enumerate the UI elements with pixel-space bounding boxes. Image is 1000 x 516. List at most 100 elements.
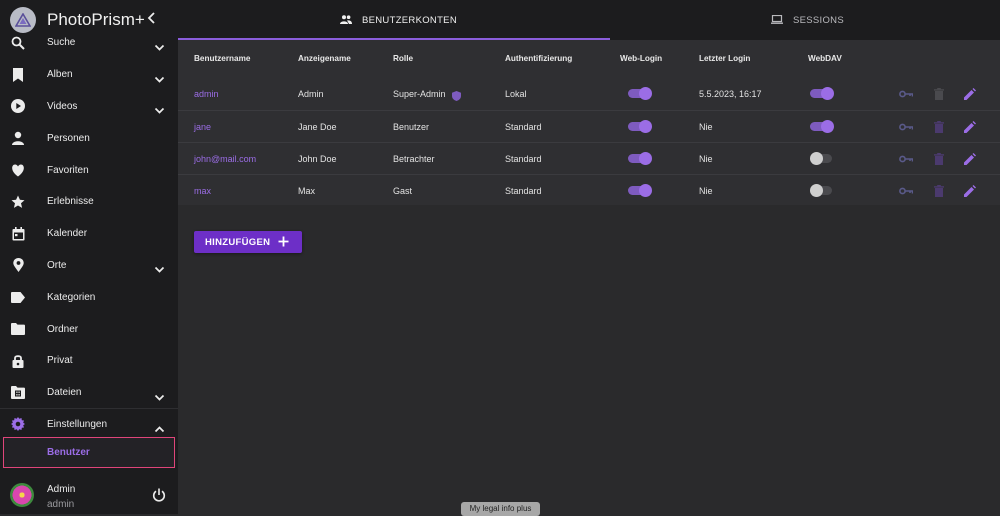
username-link[interactable]: admin	[194, 89, 219, 99]
sidebar-subitem-benutzer[interactable]: Benutzer	[3, 437, 175, 468]
folder-icon	[11, 322, 25, 336]
sidebar-item-label: Privat	[47, 355, 73, 367]
tab-benutzerkonten[interactable]: BENUTZERKONTEN	[340, 0, 457, 40]
key-icon[interactable]	[899, 152, 913, 166]
display-name: Admin	[298, 89, 324, 99]
sidebar-item-orte[interactable]: Orte	[0, 250, 178, 282]
sidebar-item-dateien[interactable]: Dateien	[0, 377, 178, 409]
webdav-toggle[interactable]	[810, 184, 833, 197]
users-table: Benutzername Anzeigename Rolle Authentif…	[178, 40, 1000, 205]
power-icon[interactable]	[152, 488, 166, 502]
web-login-toggle[interactable]	[628, 87, 652, 100]
sidebar: PhotoPrism+ Suche Alben Videos Personen …	[0, 0, 178, 514]
sidebar-item-suche[interactable]: Suche	[0, 27, 178, 59]
tab-bar: BENUTZERKONTEN SESSIONS	[178, 0, 1000, 40]
sidebar-item-label: Erlebnisse	[47, 196, 94, 208]
sidebar-nav: Suche Alben Videos Personen Favoriten Er…	[0, 27, 178, 440]
avatar[interactable]	[10, 483, 34, 507]
username-link[interactable]: max	[194, 186, 211, 196]
tab-label: SESSIONS	[793, 14, 844, 26]
display-name: Jane Doe	[298, 122, 337, 132]
sidebar-item-ordner[interactable]: Ordner	[0, 313, 178, 345]
trash-icon[interactable]	[932, 152, 946, 166]
authentication: Standard	[505, 122, 542, 132]
chevron-down-icon[interactable]	[154, 261, 165, 274]
trash-icon[interactable]	[932, 87, 946, 101]
table-row[interactable]: max Max Gast Standard Nie	[178, 174, 1000, 207]
sidebar-item-videos[interactable]: Videos	[0, 91, 178, 123]
web-login-toggle[interactable]	[628, 184, 652, 197]
sidebar-item-personen[interactable]: Personen	[0, 122, 178, 154]
label-icon	[11, 290, 25, 304]
column-header[interactable]: Authentifizierung	[505, 54, 572, 63]
table-row[interactable]: john@mail.com John Doe Betrachter Standa…	[178, 142, 1000, 175]
key-icon[interactable]	[899, 184, 913, 198]
role: Super-Admin	[393, 89, 446, 99]
sidebar-divider	[0, 408, 178, 409]
web-login-toggle[interactable]	[628, 120, 652, 133]
sidebar-item-label: Videos	[47, 100, 78, 112]
chevron-down-icon[interactable]	[154, 39, 165, 51]
sidebar-item-label: Kategorien	[47, 291, 96, 303]
last-login: Nie	[699, 186, 713, 196]
sidebar-item-privat[interactable]: Privat	[0, 345, 178, 377]
bookmark-icon	[11, 67, 25, 82]
edit-pencil-icon[interactable]	[963, 87, 977, 101]
column-header[interactable]: Anzeigename	[298, 54, 351, 63]
display-name: Max	[298, 186, 316, 196]
webdav-toggle[interactable]	[810, 152, 833, 165]
sidebar-item-erlebnisse[interactable]: Erlebnisse	[0, 186, 178, 218]
sidebar-item-label: Einstellungen	[47, 418, 108, 430]
chevron-up-icon[interactable]	[154, 420, 165, 433]
edit-pencil-icon[interactable]	[963, 184, 977, 198]
webdav-toggle[interactable]	[810, 87, 834, 100]
sidebar-item-alben[interactable]: Alben	[0, 59, 178, 91]
people-icon	[340, 11, 352, 29]
column-header[interactable]: Rolle	[393, 54, 413, 63]
search-icon	[11, 36, 25, 50]
web-login-toggle[interactable]	[628, 152, 652, 165]
sidebar-item-label: Ordner	[47, 323, 79, 335]
collapse-sidebar-icon[interactable]	[146, 11, 158, 25]
add-user-button[interactable]: HINZUFÜGEN	[194, 231, 302, 253]
tab-label: BENUTZERKONTEN	[362, 14, 457, 26]
column-header[interactable]: Web-Login	[620, 54, 662, 63]
play-icon	[11, 99, 25, 114]
sidebar-item-label: Kalender	[47, 228, 88, 240]
sidebar-item-label: Personen	[47, 132, 90, 144]
column-header[interactable]: Benutzername	[194, 54, 250, 63]
chevron-down-icon[interactable]	[154, 389, 165, 401]
tab-sessions[interactable]: SESSIONS	[771, 0, 844, 40]
table-row[interactable]: admin Admin Super-Admin Lokal 5.5.2023, …	[178, 78, 1000, 110]
edit-pencil-icon[interactable]	[963, 152, 977, 166]
user-panel[interactable]: Admin admin	[0, 478, 178, 514]
chevron-down-icon[interactable]	[154, 102, 165, 115]
user-login: admin	[47, 499, 75, 510]
role: Benutzer	[393, 122, 430, 132]
sidebar-item-kalender[interactable]: Kalender	[0, 218, 178, 250]
sidebar-item-einstellungen[interactable]: Einstellungen	[0, 409, 178, 441]
add-button-label: HINZUFÜGEN	[205, 236, 271, 248]
trash-icon[interactable]	[932, 120, 946, 134]
role: Gast	[393, 186, 413, 196]
column-header[interactable]: Letzter Login	[699, 54, 750, 63]
role: Betrachter	[393, 154, 435, 164]
table-row[interactable]: jane Jane Doe Benutzer Standard Nie	[178, 110, 1000, 143]
webdav-toggle[interactable]	[810, 120, 834, 133]
trash-icon[interactable]	[932, 184, 946, 198]
lock-icon	[11, 354, 25, 368]
film-folder-icon	[11, 386, 25, 400]
chevron-down-icon[interactable]	[154, 71, 165, 83]
key-icon[interactable]	[899, 120, 913, 134]
column-header[interactable]: WebDAV	[808, 54, 842, 63]
edit-pencil-icon[interactable]	[963, 120, 977, 134]
sidebar-item-kategorien[interactable]: Kategorien	[0, 281, 178, 313]
user-name: Admin	[47, 484, 76, 495]
username-link[interactable]: john@mail.com	[194, 154, 256, 164]
gear-icon	[11, 417, 25, 432]
sidebar-item-label: Alben	[47, 69, 73, 81]
username-link[interactable]: jane	[194, 122, 211, 132]
key-icon[interactable]	[899, 87, 913, 101]
laptop-icon	[771, 11, 783, 29]
sidebar-item-favoriten[interactable]: Favoriten	[0, 154, 178, 186]
